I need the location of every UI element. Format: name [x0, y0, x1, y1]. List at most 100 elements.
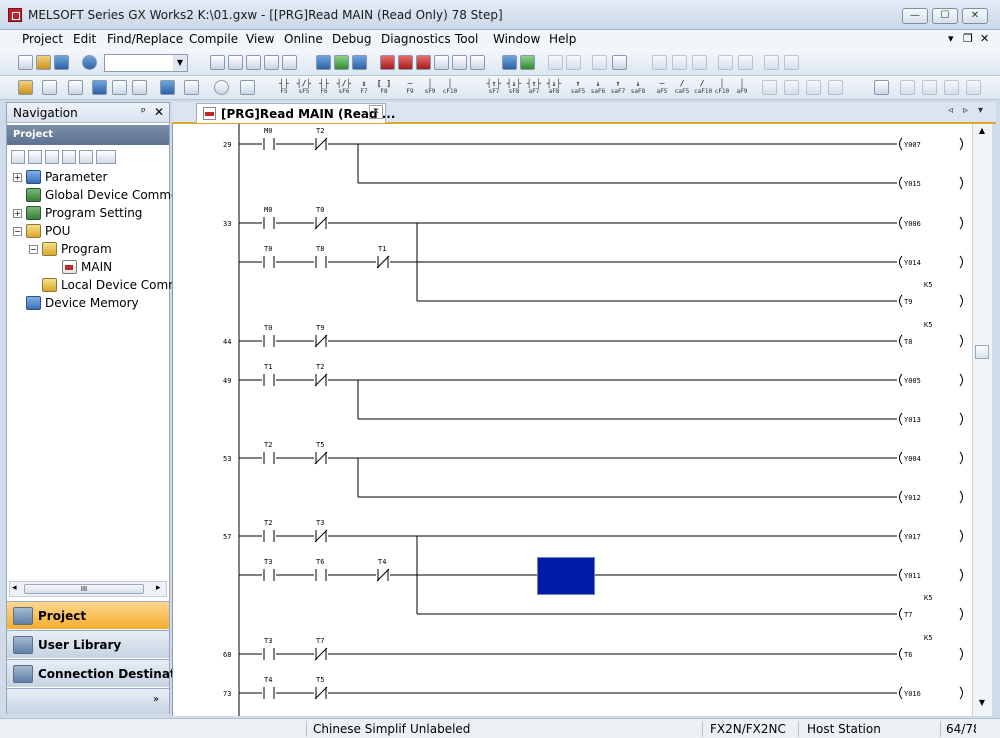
device-test-icon[interactable]	[520, 55, 535, 70]
tab-scroll-left-icon[interactable]: ◃	[948, 105, 953, 116]
key-caf10-icon[interactable]: / caF10	[694, 80, 712, 96]
convert-all-icon[interactable]	[900, 80, 915, 95]
menu-diagnostics[interactable]: Diagnostics	[381, 32, 451, 46]
key-sf5-icon[interactable]: ┤/├ sF5	[296, 80, 312, 96]
tab-list-icon[interactable]: ▾	[978, 105, 983, 116]
minimize-button[interactable]: —	[902, 8, 928, 24]
mdi-close-button[interactable]: ✕	[980, 32, 989, 45]
menu-project[interactable]: Project	[22, 32, 63, 46]
pin-icon[interactable]: ᵖ	[141, 105, 146, 118]
diagnostics-icon[interactable]	[592, 55, 607, 70]
scroll-left-icon[interactable]: ◂	[12, 583, 17, 593]
navigation-toggle-icon[interactable]	[18, 80, 33, 95]
menu-compile[interactable]: Compile	[189, 32, 238, 46]
comment-icon[interactable]	[718, 55, 733, 70]
question-icon[interactable]	[214, 80, 229, 95]
transfer-icon[interactable]	[380, 55, 395, 70]
key-f6-icon[interactable]: ┤├ F6	[316, 80, 332, 96]
ladder-zoom-in-icon[interactable]	[652, 55, 667, 70]
key-sf7-icon[interactable]: ┤↑├ sF7	[486, 80, 502, 96]
redo-icon[interactable]	[282, 55, 297, 70]
rung-insert-icon[interactable]	[762, 80, 777, 95]
key-cf10-icon[interactable]: │ cF10	[442, 80, 458, 96]
key-sf9-icon[interactable]: │ sF9	[422, 80, 438, 96]
key-af9-icon[interactable]: │ aF9	[734, 80, 750, 96]
plc-verify-icon[interactable]	[352, 55, 367, 70]
menu-edit[interactable]: Edit	[73, 32, 96, 46]
toolbar-combo[interactable]: ▼	[104, 54, 188, 72]
close-icon[interactable]: ✕	[154, 105, 164, 119]
note-icon[interactable]	[764, 55, 779, 70]
refresh-icon[interactable]	[79, 150, 93, 164]
key-saf5-icon[interactable]: ↑ saF5	[570, 80, 586, 96]
window-icon[interactable]	[612, 55, 627, 70]
plc-write-icon[interactable]	[334, 55, 349, 70]
horizontal-scrollbar[interactable]: ◂ III ▸	[9, 581, 167, 597]
nav-user-library-button[interactable]: User Library	[7, 630, 169, 658]
ladder-fit-icon[interactable]	[692, 55, 707, 70]
key-saf7-icon[interactable]: ↑ saF7	[610, 80, 626, 96]
key-saf8-icon[interactable]: ↓ saF8	[630, 80, 646, 96]
rung-delete-icon[interactable]	[784, 80, 799, 95]
undo-icon[interactable]	[264, 55, 279, 70]
key-f7-icon[interactable]: ↕ F7	[356, 80, 372, 96]
scrollbar-thumb[interactable]	[975, 345, 989, 359]
binoculars-icon[interactable]	[240, 80, 255, 95]
read-mode-icon[interactable]	[92, 80, 107, 95]
tab-scroll-right-icon[interactable]: ▹	[963, 105, 968, 116]
key-af8-icon[interactable]: ┤↓├ aF8	[546, 80, 562, 96]
search-icon[interactable]	[434, 55, 449, 70]
convert-icon[interactable]	[874, 80, 889, 95]
key-sf8-icon[interactable]: ┤↓├ sF8	[506, 80, 522, 96]
copy-icon[interactable]	[228, 55, 243, 70]
menu-debug[interactable]: Debug	[332, 32, 371, 46]
copy-data-icon[interactable]	[28, 150, 42, 164]
close-button[interactable]: ✕	[962, 8, 988, 24]
collapse-icon[interactable]: −	[29, 245, 38, 254]
monitor-icon[interactable]	[416, 55, 431, 70]
write-mode-icon[interactable]	[112, 80, 127, 95]
monitor-mode-icon[interactable]	[132, 80, 147, 95]
key-af7-icon[interactable]: ┤↑├ aF7	[526, 80, 542, 96]
maximize-button[interactable]: ☐	[932, 8, 958, 24]
key-saf6-icon[interactable]: ↓ saF6	[590, 80, 606, 96]
collapse-icon[interactable]: −	[13, 227, 22, 236]
menu-find-replace[interactable]: Find/Replace	[107, 32, 183, 46]
chevron-more-icon[interactable]: »	[153, 694, 159, 705]
help-icon[interactable]	[82, 55, 97, 70]
menu-tool[interactable]: Tool	[455, 32, 478, 46]
save-icon[interactable]	[54, 55, 69, 70]
rung-copy-icon[interactable]	[806, 80, 821, 95]
key-af5-icon[interactable]: ─ aF5	[654, 80, 670, 96]
key-caf5-icon[interactable]: / caF5	[674, 80, 690, 96]
rung-paste-icon[interactable]	[828, 80, 843, 95]
key-f8-icon[interactable]: [ ] F8	[376, 80, 392, 96]
scroll-up-icon[interactable]: ▲	[975, 126, 989, 138]
paste-icon[interactable]	[246, 55, 261, 70]
online-change-icon[interactable]	[922, 80, 937, 95]
menu-online[interactable]: Online	[284, 32, 323, 46]
menu-view[interactable]: View	[246, 32, 274, 46]
compile-icon[interactable]	[944, 80, 959, 95]
transfer-back-icon[interactable]	[398, 55, 413, 70]
scroll-right-icon[interactable]: ▸	[156, 583, 161, 593]
menu-window[interactable]: Window	[493, 32, 540, 46]
scrollbar-thumb[interactable]: III	[24, 584, 144, 594]
scroll-down-icon[interactable]: ▼	[975, 698, 989, 710]
ladder-zoom-out-icon[interactable]	[672, 55, 687, 70]
open-folder-icon[interactable]	[36, 55, 51, 70]
key-f9-icon[interactable]: ─ F9	[402, 80, 418, 96]
watch-icon[interactable]	[566, 55, 581, 70]
mdi-restore-button[interactable]: ❐	[963, 32, 973, 45]
device-batch-icon[interactable]	[502, 55, 517, 70]
statement-icon[interactable]	[738, 55, 753, 70]
simulation-icon[interactable]	[548, 55, 563, 70]
properties-icon[interactable]	[62, 150, 76, 164]
plc-read-icon[interactable]	[316, 55, 331, 70]
key-cf10b-icon[interactable]: │ cF10	[714, 80, 730, 96]
rebuild-icon[interactable]	[966, 80, 981, 95]
device-list-icon[interactable]	[470, 55, 485, 70]
filter-icon[interactable]	[96, 150, 116, 164]
device-search-icon[interactable]	[184, 80, 199, 95]
key-sf6-icon[interactable]: ┤/├ sF6	[336, 80, 352, 96]
